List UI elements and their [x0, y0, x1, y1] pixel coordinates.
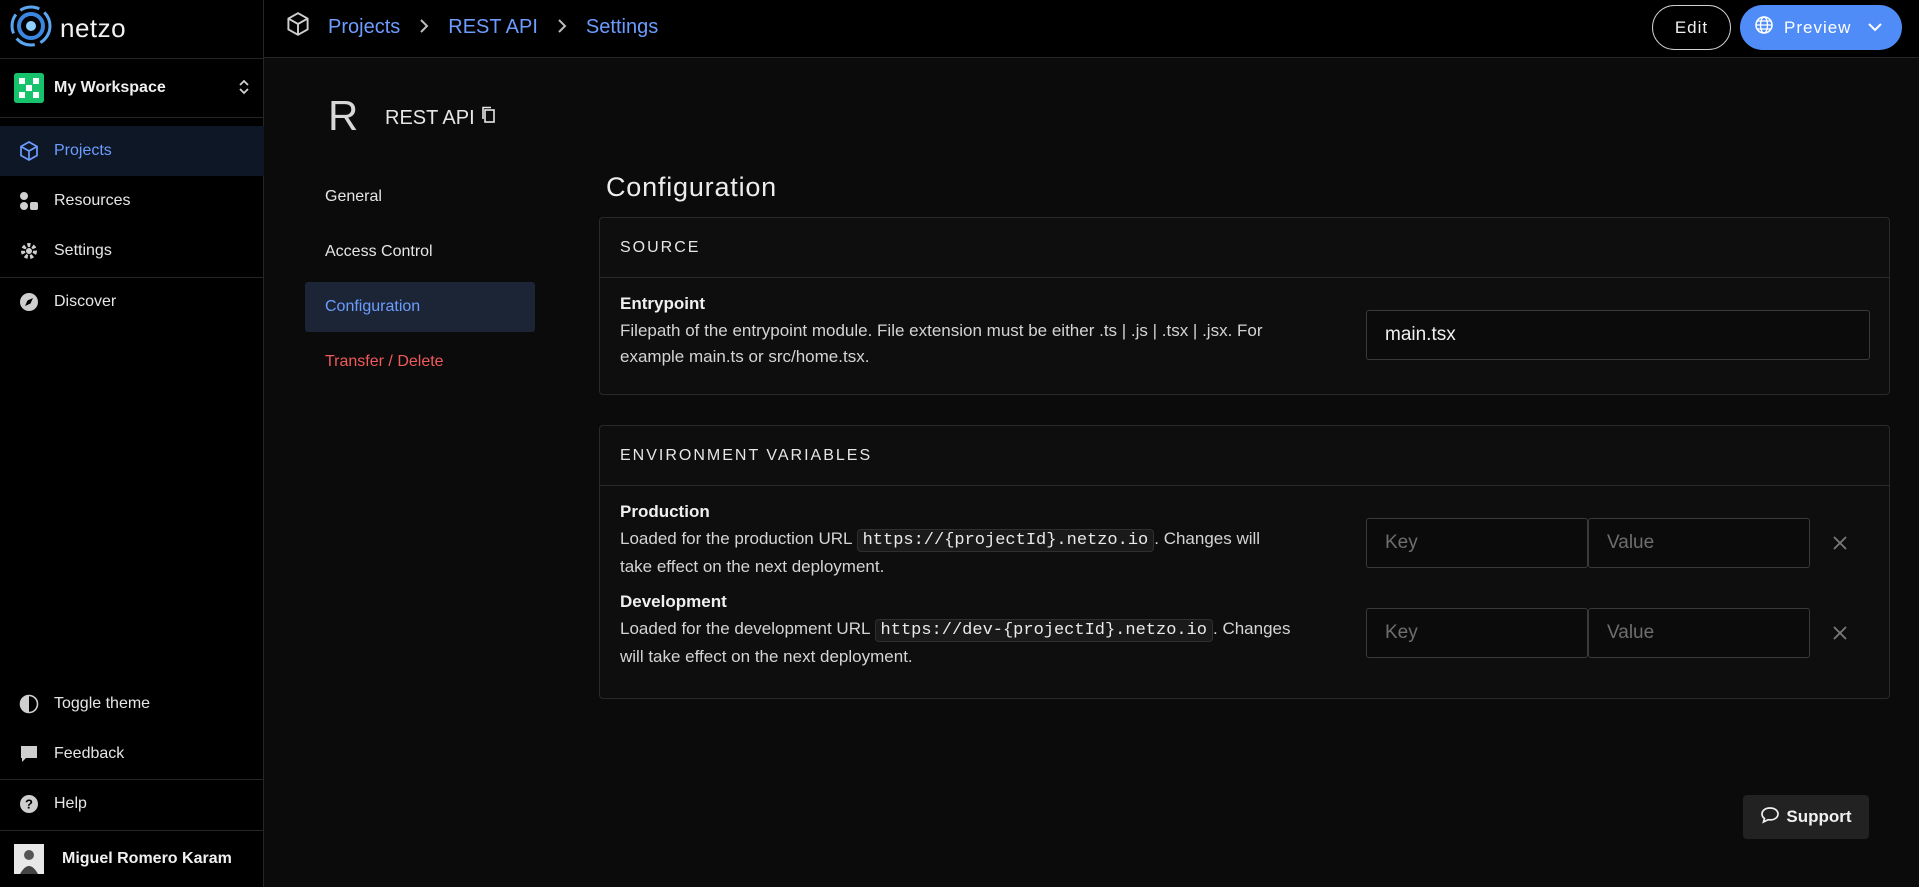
cube-icon	[18, 140, 40, 162]
production-desc-text: Loaded for the production URL	[620, 529, 857, 548]
development-desc-text: Loaded for the development URL	[620, 619, 875, 638]
sidebar-item-label: Discover	[54, 293, 117, 310]
netzo-logo-icon	[8, 3, 54, 54]
sidebar: netzo My Workspace Projects Resources Se…	[0, 0, 264, 887]
production-key-input[interactable]: Key	[1366, 518, 1588, 568]
source-heading: SOURCE	[600, 218, 1889, 278]
breadcrumb: Projects REST API Settings	[286, 0, 658, 54]
production-desc-text: . Changes will	[1154, 529, 1261, 548]
chat-bubble-icon	[1760, 806, 1780, 829]
development-desc-text: . Changes	[1213, 619, 1291, 638]
gear-icon	[18, 240, 40, 262]
env-vars-heading: ENVIRONMENT VARIABLES	[600, 426, 1889, 486]
contrast-icon	[18, 693, 40, 715]
sidebar-item-label: Help	[54, 795, 87, 812]
sidebar-item-discover[interactable]: Discover	[0, 277, 264, 327]
development-value-input[interactable]: Value	[1588, 608, 1810, 658]
preview-label: Preview	[1784, 17, 1852, 37]
development-desc-line: Loaded for the development URL https://d…	[620, 616, 1340, 644]
globe-icon	[1754, 15, 1774, 40]
tab-configuration[interactable]: Configuration	[305, 282, 535, 332]
development-desc-line: will take effect on the next deployment.	[620, 647, 913, 666]
breadcrumb-projects[interactable]: Projects	[328, 16, 400, 39]
tab-general[interactable]: General	[305, 172, 535, 222]
sidebar-item-settings[interactable]: Settings	[0, 226, 264, 276]
app-name: netzo	[60, 12, 127, 43]
production-url: https://{projectId}.netzo.io	[856, 529, 1155, 552]
preview-button[interactable]: Preview	[1740, 5, 1902, 50]
chevron-right-icon	[418, 17, 430, 38]
chat-icon	[18, 743, 40, 765]
development-description: Loaded for the development URL https://d…	[620, 616, 1340, 670]
entrypoint-title: Entrypoint	[620, 294, 705, 313]
cube-icon	[286, 12, 310, 42]
chevron-updown-icon	[238, 78, 250, 99]
avatar	[14, 844, 44, 874]
production-title: Production	[620, 502, 710, 521]
project-title: REST API	[385, 106, 497, 130]
workspace-switcher[interactable]: My Workspace	[0, 58, 264, 118]
env-vars-card: ENVIRONMENT VARIABLES Production Loaded …	[599, 425, 1890, 699]
workspace-label: My Workspace	[54, 79, 166, 96]
entrypoint-desc-line: example main.ts or src/home.tsx.	[620, 347, 870, 366]
support-button[interactable]: Support	[1743, 795, 1869, 839]
production-desc-line: Loaded for the production URL https://{p…	[620, 526, 1340, 554]
entrypoint-desc-line: Filepath of the entrypoint module. File …	[620, 321, 1263, 340]
compass-icon	[18, 291, 40, 313]
sidebar-item-projects[interactable]: Projects	[0, 126, 264, 176]
entrypoint-input[interactable]: main.tsx	[1366, 310, 1870, 360]
close-icon[interactable]	[1825, 528, 1855, 558]
chevron-down-icon[interactable]	[1867, 18, 1883, 38]
production-description: Loaded for the production URL https://{p…	[620, 526, 1340, 580]
tab-transfer-delete[interactable]: Transfer / Delete	[305, 337, 535, 387]
resources-icon	[18, 190, 40, 212]
sidebar-item-resources[interactable]: Resources	[0, 176, 264, 226]
development-url: https://dev-{projectId}.netzo.io	[874, 619, 1213, 642]
development-title: Development	[620, 592, 727, 611]
sidebar-item-label: Toggle theme	[54, 695, 151, 712]
project-avatar: R	[328, 92, 359, 139]
sidebar-item-label: Feedback	[54, 745, 125, 762]
edit-button[interactable]: Edit	[1652, 5, 1731, 50]
user-menu[interactable]: Miguel Romero Karam	[0, 830, 264, 887]
tab-access-control[interactable]: Access Control	[305, 227, 535, 277]
production-value-input[interactable]: Value	[1588, 518, 1810, 568]
sidebar-item-label: Projects	[54, 142, 112, 159]
breadcrumb-settings[interactable]: Settings	[586, 16, 658, 39]
toggle-theme-button[interactable]: Toggle theme	[0, 679, 264, 729]
source-card: SOURCE Entrypoint Filepath of the entryp…	[599, 217, 1890, 395]
help-icon: ?	[18, 793, 40, 815]
breadcrumb-rest-api[interactable]: REST API	[448, 16, 538, 39]
production-desc-line: take effect on the next deployment.	[620, 557, 885, 576]
project-name: REST API	[385, 106, 475, 129]
development-key-input[interactable]: Key	[1366, 608, 1588, 658]
entrypoint-description: Filepath of the entrypoint module. File …	[620, 318, 1340, 370]
app-logo[interactable]: netzo	[8, 4, 126, 52]
sidebar-item-label: Settings	[54, 242, 112, 259]
topbar: Projects REST API Settings Edit Preview	[264, 0, 1919, 58]
sidebar-item-label: Resources	[54, 192, 131, 209]
user-name: Miguel Romero Karam	[62, 850, 232, 867]
chevron-right-icon	[556, 17, 568, 38]
support-label: Support	[1786, 807, 1852, 826]
copy-icon[interactable]	[481, 106, 497, 130]
help-button[interactable]: ? Help	[0, 779, 264, 829]
workspace-avatar	[14, 73, 44, 103]
svg-text:?: ?	[25, 797, 33, 812]
page-title: Configuration	[606, 172, 778, 202]
feedback-button[interactable]: Feedback	[0, 729, 264, 779]
close-icon[interactable]	[1825, 618, 1855, 648]
